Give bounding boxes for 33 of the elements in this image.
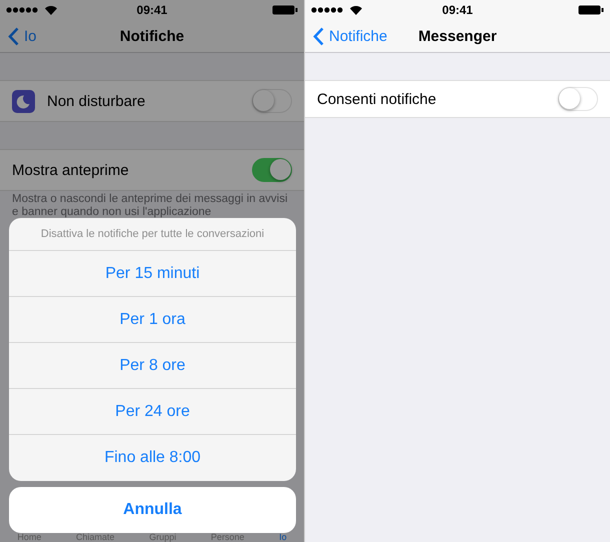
- back-chevron-icon: [8, 26, 19, 46]
- toggle-switch[interactable]: [558, 87, 598, 111]
- nav-title: Messenger: [418, 28, 497, 44]
- tab[interactable]: Io: [279, 532, 287, 542]
- nav-title: Notifiche: [120, 28, 184, 44]
- footer-text: e banner quando non usi l'applicazione: [12, 206, 212, 219]
- action-option[interactable]: Per 24 ore: [9, 389, 296, 435]
- battery-icon: [578, 5, 604, 15]
- back-button[interactable]: Io: [0, 26, 37, 46]
- action-option[interactable]: Per 8 ore: [9, 343, 296, 389]
- action-option[interactable]: Per 15 minuti: [9, 251, 296, 297]
- setting-label: Consenti notifiche: [317, 90, 438, 108]
- moon-icon: [12, 90, 35, 112]
- back-chevron-icon: [313, 26, 324, 46]
- setting-label: Mostra anteprime: [12, 162, 130, 178]
- status-time: 09:41: [136, 3, 168, 17]
- action-option[interactable]: Fino alle 8:00: [9, 435, 296, 481]
- back-button[interactable]: Notifiche: [305, 26, 388, 46]
- toggle-switch[interactable]: [252, 89, 292, 113]
- action-sheet-title: Disattiva le notifiche per tutte le conversazioni: [9, 218, 296, 251]
- cancel-button[interactable]: Annulla: [9, 487, 296, 533]
- footer-text: Mostra o nascondi le anteprime dei messaggi in avvisi: [12, 193, 288, 206]
- tab[interactable]: Chiamate: [76, 532, 115, 542]
- tab[interactable]: Gruppi: [149, 532, 176, 542]
- tab[interactable]: Home: [17, 532, 42, 542]
- battery-icon: [272, 5, 298, 15]
- tab[interactable]: Persone: [210, 532, 244, 542]
- toggle-switch[interactable]: [252, 158, 292, 182]
- wifi-icon: [350, 6, 362, 14]
- wifi-icon: [45, 6, 57, 14]
- setting-label: Non disturbare: [47, 92, 146, 110]
- status-time: 09:41: [442, 3, 473, 17]
- action-option[interactable]: Per 1 ora: [9, 297, 296, 343]
